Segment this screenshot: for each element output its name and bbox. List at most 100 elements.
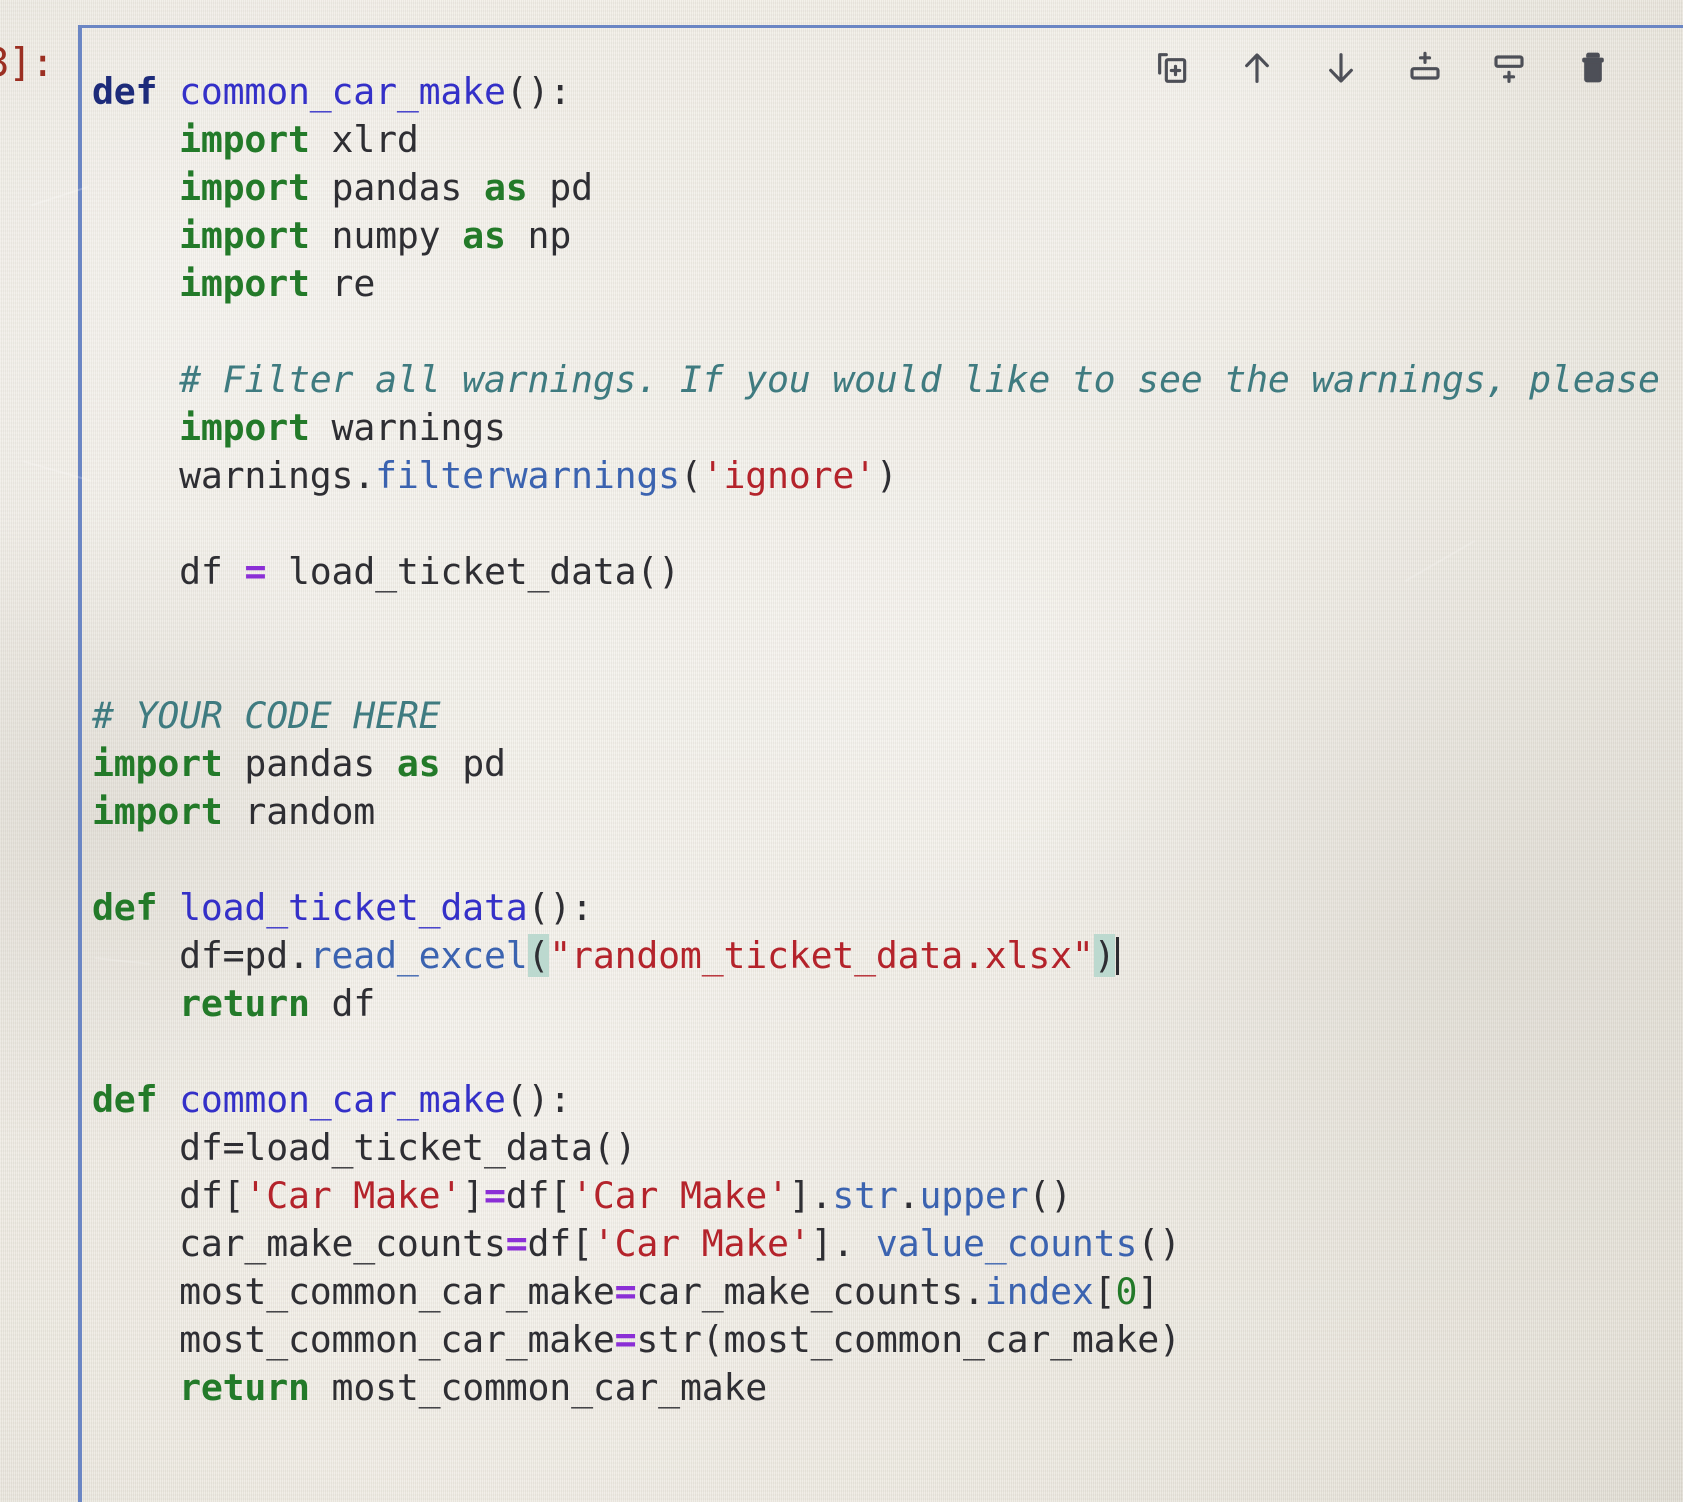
insert-cell-above-icon[interactable] <box>1403 42 1447 94</box>
code-token: ] <box>462 1174 484 1217</box>
code-token: numpy <box>309 214 463 257</box>
code-token: (): <box>527 886 594 929</box>
code-token: most_common_car_make <box>92 1270 615 1313</box>
code-editor-content[interactable]: def common_car_make(): import xlrd impor… <box>92 68 1683 1412</box>
code-token: import <box>179 406 310 449</box>
code-token: # YOUR CODE HERE <box>92 694 441 737</box>
code-line: df = load_ticket_data() <box>92 548 1683 596</box>
code-line: most_common_car_make=car_make_counts.ind… <box>92 1268 1683 1316</box>
code-token: df=pd. <box>92 934 310 977</box>
insert-cell-below-icon[interactable] <box>1487 42 1531 94</box>
code-token: 'Car Make' <box>244 1174 463 1217</box>
code-token: load_ticket_data <box>179 886 528 929</box>
code-token: warnings <box>309 406 506 449</box>
execution-count-prompt: 3]: <box>0 41 54 86</box>
code-token: def <box>92 1078 180 1121</box>
code-token: xlrd <box>309 118 419 161</box>
code-line: import pandas as pd <box>92 740 1683 788</box>
text-cursor <box>1116 937 1120 975</box>
code-token: car_make_counts <box>92 1222 506 1265</box>
code-token: pd <box>527 166 593 209</box>
code-token: pd <box>440 742 506 785</box>
code-line: df=pd.read_excel("random_ticket_data.xls… <box>92 932 1683 980</box>
code-token: index <box>984 1270 1094 1313</box>
code-token: 0 <box>1115 1270 1138 1313</box>
code-token: import <box>92 790 223 833</box>
code-token: = <box>483 1174 506 1217</box>
code-token: ( <box>527 934 550 977</box>
code-token: filterwarnings <box>375 454 680 497</box>
code-token: 'ignore' <box>701 454 876 497</box>
cell-toolbar <box>1151 42 1615 94</box>
code-line: return most_common_car_make <box>92 1364 1683 1412</box>
code-token: ] <box>1137 1270 1160 1313</box>
code-line: import re <box>92 260 1683 308</box>
code-line: df=load_ticket_data() <box>92 1124 1683 1172</box>
code-token: ) <box>875 454 898 497</box>
code-token: as <box>396 742 441 785</box>
code-token: as <box>462 214 506 257</box>
code-line: df['Car Make']=df['Car Make'].str.upper(… <box>92 1172 1683 1220</box>
code-token: np <box>505 214 572 257</box>
code-token: warnings. <box>92 454 376 497</box>
code-token: as <box>483 166 528 209</box>
code-token: def <box>92 70 180 113</box>
code-token: value_counts <box>875 1222 1138 1265</box>
code-token: car_make_counts. <box>636 1270 985 1313</box>
code-line: warnings.filterwarnings('ignore') <box>92 452 1683 500</box>
code-token: = <box>614 1270 637 1313</box>
code-token: df[ <box>92 1174 245 1217</box>
code-token: ( <box>679 454 702 497</box>
code-token: () <box>1028 1174 1072 1217</box>
code-token: return <box>179 1366 310 1409</box>
code-token: read_excel <box>309 934 528 977</box>
code-token: df[ <box>527 1222 594 1265</box>
code-token: upper <box>919 1174 1029 1217</box>
code-token: = <box>244 550 267 593</box>
code-token: # Filter all warnings. If you would like… <box>179 358 1660 401</box>
code-line: def common_car_make(): <box>92 1076 1683 1124</box>
notebook-code-cell[interactable]: def common_car_make(): import xlrd impor… <box>78 25 1683 1502</box>
code-token: most_common_car_make <box>92 1318 615 1361</box>
code-line: import numpy as np <box>92 212 1683 260</box>
code-token: = <box>614 1318 637 1361</box>
code-line: car_make_counts=df['Car Make']. value_co… <box>92 1220 1683 1268</box>
code-token: 'Car Make' <box>571 1174 789 1217</box>
move-cell-up-icon[interactable] <box>1235 42 1279 94</box>
code-token: common_car_make <box>179 1078 506 1121</box>
code-token: pandas <box>309 166 484 209</box>
code-line: # YOUR CODE HERE <box>92 692 1683 740</box>
code-line: import random <box>92 788 1683 836</box>
code-token: common_car_make <box>179 70 506 113</box>
code-token: random <box>222 790 376 833</box>
code-line: # Filter all warnings. If you would like… <box>92 356 1683 404</box>
code-token: . <box>897 1174 920 1217</box>
code-line: def load_ticket_data(): <box>92 884 1683 932</box>
code-token: () <box>1137 1222 1181 1265</box>
code-token: df[ <box>505 1174 572 1217</box>
move-cell-down-icon[interactable] <box>1319 42 1363 94</box>
code-token: most_common_car_make <box>309 1366 768 1409</box>
code-token: load_ticket_data() <box>266 550 680 593</box>
delete-cell-icon[interactable] <box>1571 42 1615 94</box>
code-token: (): <box>505 70 572 113</box>
code-token: (): <box>505 1078 572 1121</box>
duplicate-cell-icon[interactable] <box>1151 42 1195 94</box>
code-line: import warnings <box>92 404 1683 452</box>
code-line: import pandas as pd <box>92 164 1683 212</box>
code-line: most_common_car_make=str(most_common_car… <box>92 1316 1683 1364</box>
code-line: return df <box>92 980 1683 1028</box>
